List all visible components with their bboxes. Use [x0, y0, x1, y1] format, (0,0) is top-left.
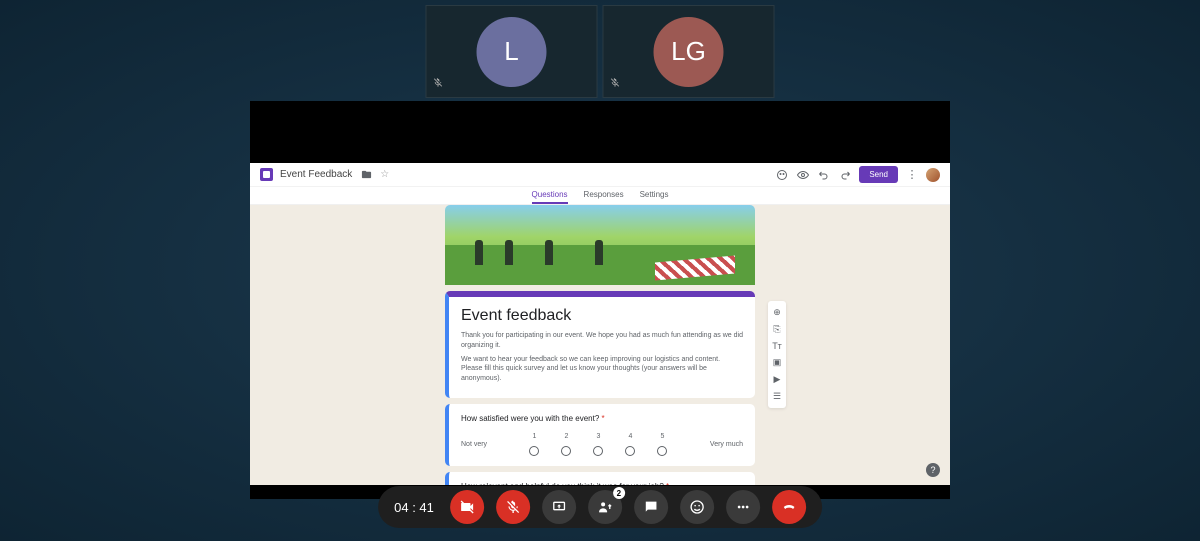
- reactions-button[interactable]: [680, 490, 714, 524]
- send-button[interactable]: Send: [859, 166, 898, 183]
- add-video-icon[interactable]: ▶: [774, 374, 781, 385]
- forms-toolbar: Event Feedback ☆ Send ⋮: [250, 163, 950, 187]
- add-image-icon[interactable]: ▣: [773, 357, 782, 368]
- form-canvas: Event feedback Thank you for participati…: [445, 205, 755, 485]
- participant-tile-l[interactable]: L: [426, 5, 598, 98]
- tab-responses[interactable]: Responses: [584, 190, 624, 204]
- add-question-icon[interactable]: ⊕: [773, 307, 781, 318]
- tab-settings[interactable]: Settings: [640, 190, 669, 204]
- avatar-initials: LG: [671, 36, 706, 67]
- avatar: LG: [654, 17, 724, 87]
- tab-questions[interactable]: Questions: [532, 190, 568, 204]
- question-text: How relevant and helpful do you think it…: [461, 482, 743, 485]
- scale-option-4[interactable]: 4: [625, 433, 635, 456]
- form-document-title[interactable]: Event Feedback: [280, 169, 352, 180]
- camera-toggle-button[interactable]: [450, 490, 484, 524]
- add-title-icon[interactable]: Tᴛ: [772, 341, 782, 351]
- google-forms-logo-icon[interactable]: [260, 168, 273, 181]
- add-section-icon[interactable]: ☰: [773, 391, 781, 402]
- scale-option-1[interactable]: 1: [529, 433, 539, 456]
- shared-screen: Event Feedback ☆ Send ⋮ Questio: [250, 101, 950, 499]
- question-toolbar: ⊕ ⎘ Tᴛ ▣ ▶ ☰: [768, 301, 786, 408]
- question-card-1[interactable]: How satisfied were you with the event? *…: [445, 404, 755, 466]
- import-questions-icon[interactable]: ⎘: [773, 324, 780, 335]
- folder-icon[interactable]: [359, 168, 373, 182]
- avatar-initials: L: [504, 36, 518, 67]
- form-title-card[interactable]: Event feedback Thank you for participati…: [445, 291, 755, 398]
- form-header-image[interactable]: [445, 205, 755, 285]
- participants-button[interactable]: 2: [588, 490, 622, 524]
- user-avatar[interactable]: [926, 168, 940, 182]
- meeting-control-bar: 04 : 41 2: [378, 486, 822, 528]
- redo-icon[interactable]: [838, 168, 852, 182]
- hangup-button[interactable]: [772, 490, 806, 524]
- share-screen-button[interactable]: [542, 490, 576, 524]
- chat-button[interactable]: [634, 490, 668, 524]
- more-icon[interactable]: ⋮: [905, 168, 919, 182]
- question-card-2[interactable]: How relevant and helpful do you think it…: [445, 472, 755, 485]
- theme-icon[interactable]: [775, 168, 789, 182]
- mic-toggle-button[interactable]: [496, 490, 530, 524]
- radio-icon: [593, 446, 603, 456]
- required-marker: *: [664, 482, 669, 485]
- forms-tabs: Questions Responses Settings: [250, 187, 950, 205]
- scale-low-label: Not very: [461, 441, 487, 448]
- required-marker: *: [599, 414, 604, 423]
- scale-high-label: Very much: [710, 441, 743, 448]
- radio-icon: [529, 446, 539, 456]
- preview-icon[interactable]: [796, 168, 810, 182]
- form-description-1: Thank you for participating in our event…: [461, 331, 743, 351]
- more-options-button[interactable]: [726, 490, 760, 524]
- scale-option-5[interactable]: 5: [657, 433, 667, 456]
- help-icon[interactable]: ?: [926, 463, 940, 477]
- star-icon[interactable]: ☆: [380, 169, 389, 180]
- participant-tile-lg[interactable]: LG: [603, 5, 775, 98]
- radio-icon: [625, 446, 635, 456]
- meeting-timer: 04 : 41: [394, 500, 434, 515]
- radio-icon: [561, 446, 571, 456]
- mute-icon: [610, 75, 621, 93]
- scale-option-3[interactable]: 3: [593, 433, 603, 456]
- forms-editor: Event Feedback ☆ Send ⋮ Questio: [250, 163, 950, 485]
- participant-thumbnails: L LG: [426, 5, 775, 98]
- form-title: Event feedback: [461, 307, 743, 325]
- form-description-2: We want to hear your feedback so we can …: [461, 355, 743, 384]
- undo-icon[interactable]: [817, 168, 831, 182]
- scale-option-2[interactable]: 2: [561, 433, 571, 456]
- mute-icon: [433, 75, 444, 93]
- avatar: L: [477, 17, 547, 87]
- linear-scale: Not very 1 2 3 4 5 Very much: [461, 433, 743, 456]
- question-text: How satisfied were you with the event? *: [461, 414, 743, 423]
- radio-icon: [657, 446, 667, 456]
- participant-count-badge: 2: [613, 487, 625, 499]
